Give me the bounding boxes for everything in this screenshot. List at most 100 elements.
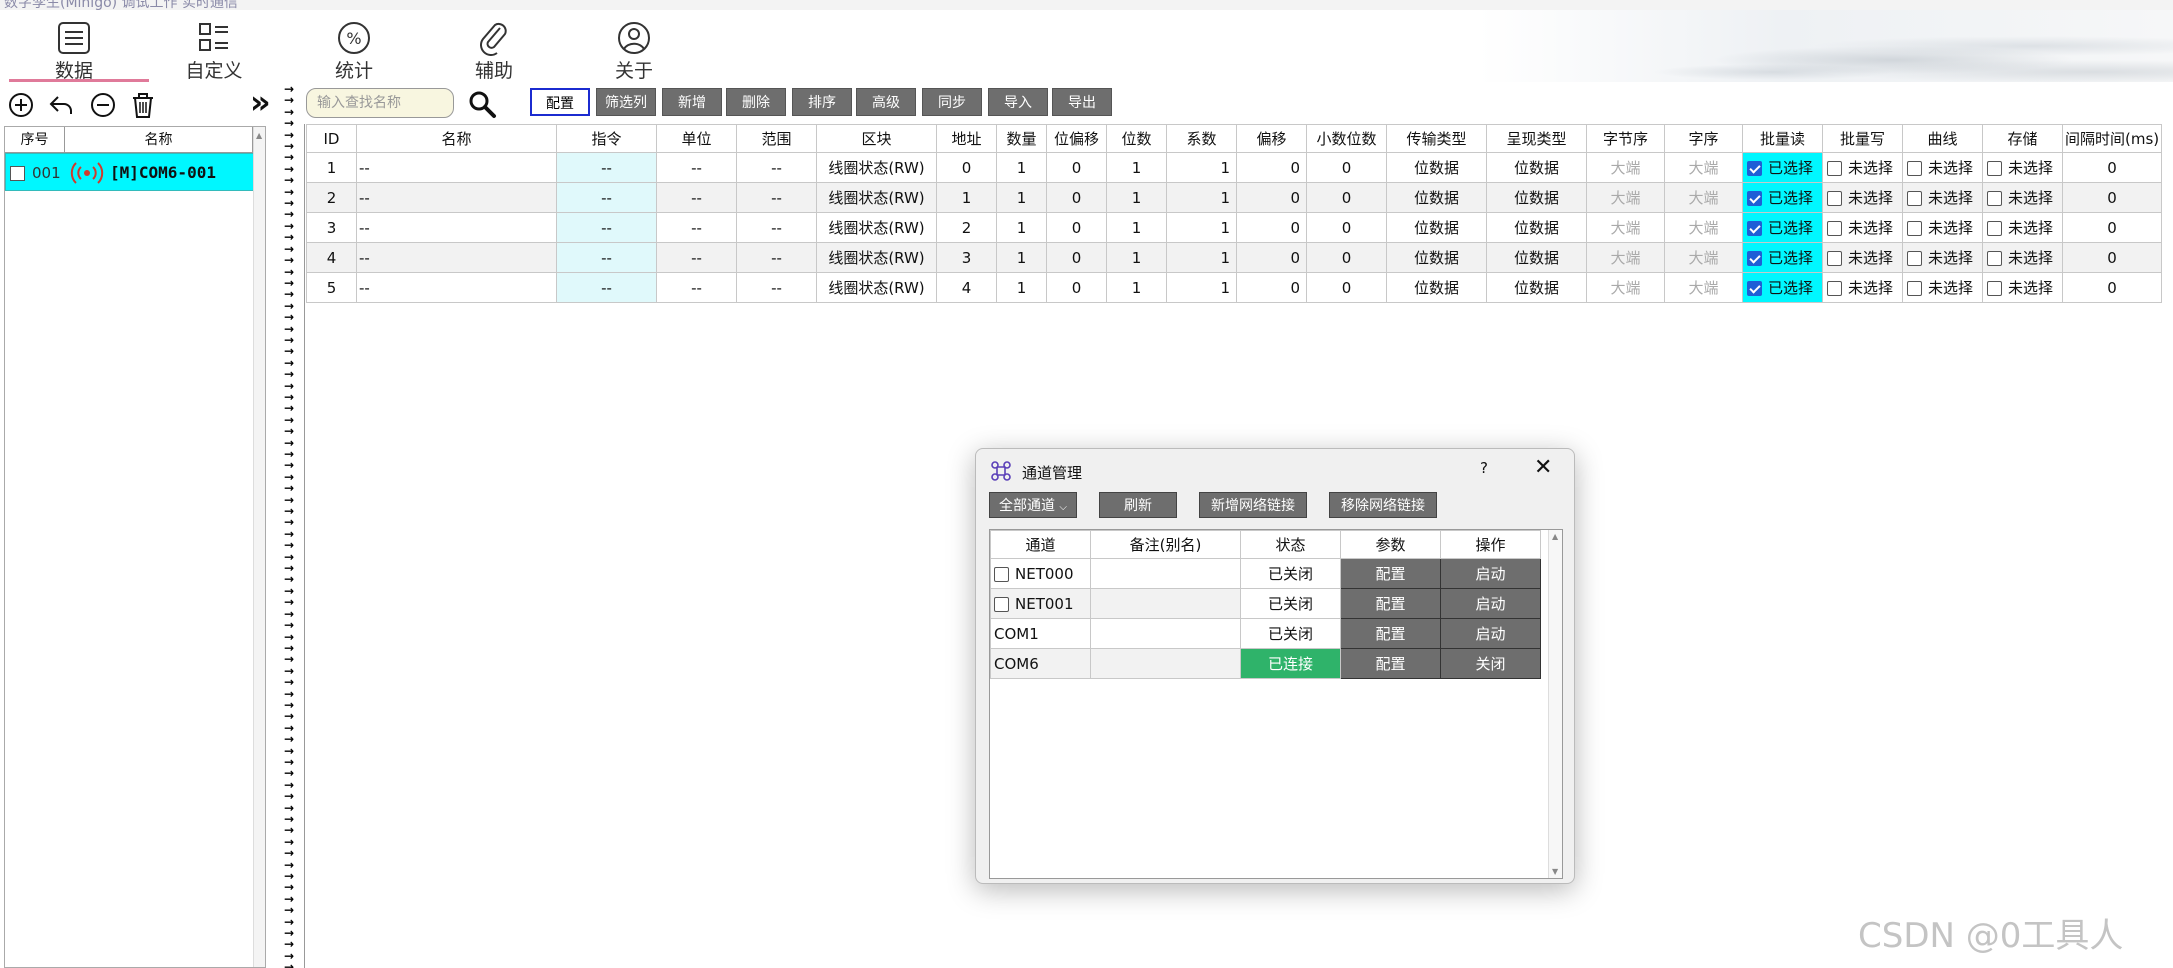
grid-cell-name[interactable]: --: [356, 212, 557, 243]
grid-cell-bwrite[interactable]: 未选择: [1822, 212, 1903, 243]
table-row[interactable]: NET000 已关闭 配置 启动: [990, 558, 1541, 589]
channel-checkbox[interactable]: [994, 566, 1009, 582]
grid-cell-curve[interactable]: 未选择: [1902, 242, 1983, 273]
grid-cell-byteorder[interactable]: 大端: [1586, 242, 1665, 273]
tree-header-index[interactable]: 序号: [5, 127, 65, 153]
grid-cell-bitoff[interactable]: 0: [1046, 182, 1107, 213]
channel-config-button[interactable]: 配置: [1340, 558, 1441, 589]
table-row[interactable]: 3 -- -- -- -- 线圈状态(RW) 2 1 0 1 1 0 0 位数据 位数据 大端 大端 已选择 未选择…: [306, 212, 2163, 243]
grid-cell-coef[interactable]: 1: [1166, 272, 1237, 303]
channel-action-button[interactable]: 启动: [1440, 618, 1541, 649]
grid-column-header[interactable]: 区块: [816, 124, 937, 153]
grid-cell-bitoff[interactable]: 0: [1046, 272, 1107, 303]
grid-cell-byteorder[interactable]: 大端: [1586, 212, 1665, 243]
grid-column-header[interactable]: 曲线: [1902, 124, 1983, 153]
tab-custom[interactable]: 自定义: [144, 10, 284, 82]
tab-data[interactable]: 数据: [4, 10, 149, 82]
grid-column-header[interactable]: ID: [306, 124, 357, 153]
grid-cell-bitoff[interactable]: 0: [1046, 212, 1107, 243]
grid-cell-trans[interactable]: 位数据: [1386, 242, 1487, 273]
grid-cell-bitoff[interactable]: 0: [1046, 242, 1107, 273]
scroll-down-icon[interactable]: ▼: [1552, 867, 1558, 876]
grid-cell-interval[interactable]: 0: [2061, 152, 2163, 183]
checkbox[interactable]: [1827, 251, 1842, 266]
channel-config-button[interactable]: 配置: [1340, 648, 1441, 679]
channel-cell[interactable]: NET001: [990, 588, 1091, 619]
grid-cell-range[interactable]: --: [736, 242, 817, 273]
grid-cell-present[interactable]: 位数据: [1486, 242, 1587, 273]
grid-cell-trans[interactable]: 位数据: [1386, 152, 1487, 183]
grid-cell-cmd[interactable]: --: [556, 152, 657, 183]
grid-cell-present[interactable]: 位数据: [1486, 272, 1587, 303]
grid-cell-unit[interactable]: --: [656, 272, 737, 303]
grid-cell-name[interactable]: --: [356, 152, 557, 183]
grid-cell-interval[interactable]: 0: [2061, 272, 2163, 303]
checkbox[interactable]: [1827, 191, 1842, 206]
refresh-button[interactable]: 刷新: [1099, 492, 1177, 518]
channel-config-button[interactable]: 配置: [1340, 588, 1441, 619]
grid-cell-bits[interactable]: 1: [1106, 272, 1167, 303]
channel-column-header[interactable]: 状态: [1240, 530, 1341, 559]
export-button[interactable]: 导出: [1052, 88, 1112, 116]
grid-cell-offset[interactable]: 0: [1236, 242, 1307, 273]
grid-cell-byteorder[interactable]: 大端: [1586, 272, 1665, 303]
grid-cell-name[interactable]: --: [356, 182, 557, 213]
scroll-up-icon[interactable]: ▲: [256, 131, 262, 140]
grid-column-header[interactable]: 偏移: [1236, 124, 1307, 153]
checkbox[interactable]: [1987, 281, 2002, 296]
grid-cell-coef[interactable]: 1: [1166, 152, 1237, 183]
channel-checkbox[interactable]: [994, 596, 1009, 612]
grid-column-header[interactable]: 字序: [1664, 124, 1743, 153]
grid-cell-decimals[interactable]: 0: [1306, 152, 1387, 183]
grid-cell-range[interactable]: --: [736, 182, 817, 213]
grid-cell-bits[interactable]: 1: [1106, 242, 1167, 273]
grid-cell-decimals[interactable]: 0: [1306, 242, 1387, 273]
grid-cell-offset[interactable]: 0: [1236, 182, 1307, 213]
checkbox[interactable]: [1987, 251, 2002, 266]
grid-cell-cmd[interactable]: --: [556, 212, 657, 243]
grid-cell-curve[interactable]: 未选择: [1902, 212, 1983, 243]
grid-cell-addr[interactable]: 1: [936, 182, 997, 213]
channel-config-button[interactable]: 配置: [1340, 618, 1441, 649]
grid-cell-store[interactable]: 未选择: [1982, 182, 2063, 213]
checkbox[interactable]: [1747, 221, 1762, 236]
trash-icon[interactable]: [128, 90, 158, 120]
grid-cell-id[interactable]: 1: [306, 152, 357, 183]
checkbox[interactable]: [1987, 161, 2002, 176]
grid-cell-wordorder[interactable]: 大端: [1664, 182, 1743, 213]
grid-cell-range[interactable]: --: [736, 272, 817, 303]
expand-panel-button[interactable]: »: [250, 86, 271, 118]
grid-cell-coef[interactable]: 1: [1166, 212, 1237, 243]
grid-column-header[interactable]: 呈现类型: [1486, 124, 1587, 153]
grid-cell-bwrite[interactable]: 未选择: [1822, 272, 1903, 303]
grid-cell-block[interactable]: 线圈状态(RW): [816, 212, 937, 243]
checkbox[interactable]: [1907, 251, 1922, 266]
grid-cell-byteorder[interactable]: 大端: [1586, 152, 1665, 183]
grid-cell-count[interactable]: 1: [996, 152, 1047, 183]
checkbox[interactable]: [1907, 191, 1922, 206]
grid-cell-store[interactable]: 未选择: [1982, 272, 2063, 303]
grid-cell-present[interactable]: 位数据: [1486, 152, 1587, 183]
grid-cell-wordorder[interactable]: 大端: [1664, 152, 1743, 183]
grid-column-header[interactable]: 名称: [356, 124, 557, 153]
grid-cell-unit[interactable]: --: [656, 152, 737, 183]
grid-column-header[interactable]: 位数: [1106, 124, 1167, 153]
grid-column-header[interactable]: 字节序: [1586, 124, 1665, 153]
checkbox[interactable]: [1747, 191, 1762, 206]
alias-cell[interactable]: [1090, 618, 1241, 649]
tree-row-checkbox[interactable]: [10, 166, 25, 181]
remove-circle-icon[interactable]: [88, 90, 118, 120]
grid-cell-addr[interactable]: 2: [936, 212, 997, 243]
grid-column-header[interactable]: 地址: [936, 124, 997, 153]
channel-cell[interactable]: COM6: [990, 648, 1091, 679]
channel-column-header[interactable]: 参数: [1340, 530, 1441, 559]
grid-cell-bread[interactable]: 已选择: [1742, 152, 1823, 183]
grid-cell-store[interactable]: 未选择: [1982, 152, 2063, 183]
grid-cell-name[interactable]: --: [356, 272, 557, 303]
grid-cell-block[interactable]: 线圈状态(RW): [816, 152, 937, 183]
remove-network-link-button[interactable]: 移除网络链接: [1329, 492, 1437, 518]
tree-row[interactable]: 001 [M]COM6-001: [5, 153, 265, 191]
channel-action-button[interactable]: 关闭: [1440, 648, 1541, 679]
grid-cell-cmd[interactable]: --: [556, 242, 657, 273]
grid-cell-bwrite[interactable]: 未选择: [1822, 152, 1903, 183]
